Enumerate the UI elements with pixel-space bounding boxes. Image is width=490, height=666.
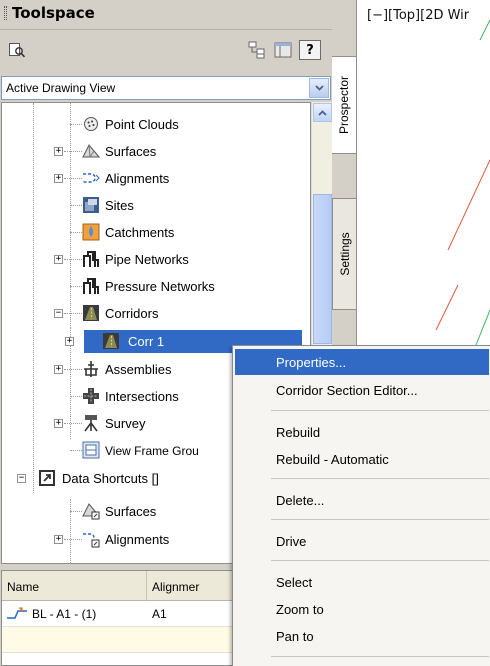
collapse-icon[interactable]: −: [54, 309, 63, 318]
tree-item-catchments[interactable]: Catchments: [2, 219, 310, 246]
menu-item-delete[interactable]: Delete...: [235, 487, 489, 513]
expand-icon[interactable]: +: [54, 255, 63, 264]
expand-icon[interactable]: +: [54, 419, 63, 428]
cell-name: BL - A1 - (1): [32, 607, 97, 621]
menu-item-zoom-to[interactable]: Zoom to: [235, 596, 489, 622]
toolspace-toolbar: ?: [0, 30, 332, 70]
toolspace-title: Toolspace: [12, 4, 95, 22]
baseline-icon: [6, 607, 28, 624]
view-frame-icon: [82, 441, 100, 459]
menu-item-corridor-section-editor[interactable]: Corridor Section Editor...: [235, 377, 489, 403]
tree-item-label: Surfaces: [105, 144, 157, 159]
tab-prospector[interactable]: Prospector: [332, 56, 357, 154]
point-cloud-icon: [82, 115, 100, 133]
search-icon[interactable]: [6, 40, 28, 60]
column-header-name[interactable]: Name: [2, 571, 147, 601]
tree-item-surfaces[interactable]: + Surfaces: [2, 138, 310, 165]
corridor-icon: [82, 304, 100, 322]
tree-item-label: Corridors: [105, 306, 159, 321]
menu-item-pan-to[interactable]: Pan to: [235, 623, 489, 649]
tree-item-label: Alignments: [105, 532, 170, 547]
tree-item-label: Data Shortcuts []: [62, 471, 159, 486]
expand-icon[interactable]: +: [54, 147, 63, 156]
menu-separator: [271, 656, 489, 657]
menu-separator: [271, 560, 489, 561]
tree-item-pressure-networks[interactable]: Pressure Networks: [2, 273, 310, 300]
corridor-icon: [102, 332, 120, 350]
tab-label: Settings: [337, 232, 352, 276]
chevron-down-icon[interactable]: [309, 78, 329, 98]
view-selector-value: Active Drawing View: [6, 81, 116, 95]
data-shortcuts-icon: [38, 469, 56, 487]
survey-icon: [82, 414, 100, 432]
tree-item-label: Corr 1: [128, 334, 165, 349]
menu-item-select[interactable]: Select: [235, 569, 489, 595]
menu-separator: [271, 519, 489, 520]
menu-item-rebuild-automatic[interactable]: Rebuild - Automatic: [235, 446, 489, 472]
assembly-icon: [82, 360, 100, 378]
tree-item-label: Assemblies: [105, 362, 172, 377]
tree-item-label: Intersections: [105, 389, 179, 404]
tree-item-point-clouds[interactable]: Point Clouds: [2, 111, 310, 138]
tree-item-corridors[interactable]: − Corridors: [2, 300, 310, 327]
tree-item-sites[interactable]: Sites: [2, 192, 310, 219]
menu-item-rebuild[interactable]: Rebuild: [235, 419, 489, 445]
tree-item-label: View Frame Grou: [105, 443, 199, 458]
expand-icon[interactable]: +: [65, 337, 74, 346]
expand-icon[interactable]: +: [54, 174, 63, 183]
tree-item-label: Catchments: [105, 225, 175, 240]
site-icon: [82, 196, 100, 214]
alignment-icon: [82, 169, 100, 187]
tab-settings[interactable]: Settings: [332, 198, 357, 310]
catchment-icon: [82, 223, 100, 241]
tree-item-alignments[interactable]: + Alignments: [2, 165, 310, 192]
pipe-network-icon: [82, 250, 100, 268]
tab-label: Prospector: [337, 75, 351, 135]
tree-item-label: Surfaces: [105, 504, 157, 519]
expand-icon[interactable]: +: [54, 365, 63, 374]
surface-icon: [82, 142, 100, 160]
tree-item-label: Point Clouds: [105, 117, 179, 132]
collapse-icon[interactable]: −: [17, 474, 26, 483]
menu-item-drive[interactable]: Drive: [235, 528, 489, 554]
scroll-up-icon[interactable]: [313, 103, 332, 122]
panel-toggle-icon[interactable]: [272, 40, 294, 60]
pressure-network-icon: [82, 277, 100, 295]
tree-item-label: Survey: [105, 416, 146, 431]
item-view-icon[interactable]: [246, 40, 268, 60]
scroll-thumb[interactable]: [313, 194, 332, 344]
menu-item-properties[interactable]: Properties...: [235, 349, 489, 375]
tree-item-label: Pressure Networks: [105, 279, 215, 294]
menu-separator: [271, 410, 489, 411]
grip-handle[interactable]: [4, 6, 7, 20]
tree-item-pipe-networks[interactable]: + Pipe Networks: [2, 246, 310, 273]
context-menu: Properties... Corridor Section Editor...…: [232, 345, 490, 666]
cell-alignment: A1: [152, 607, 167, 621]
intersection-icon: [82, 387, 100, 405]
alignment-shortcut-icon: [82, 530, 100, 548]
toolspace-titlebar[interactable]: Toolspace: [0, 0, 332, 30]
surface-shortcut-icon: [82, 502, 100, 520]
view-selector[interactable]: Active Drawing View: [1, 76, 331, 100]
tree-item-label: Sites: [105, 198, 134, 213]
help-button[interactable]: ?: [299, 40, 321, 60]
menu-separator: [271, 478, 489, 479]
expand-icon[interactable]: +: [54, 535, 63, 544]
tree-item-label: Pipe Networks: [105, 252, 189, 267]
tree-item-label: Alignments: [105, 171, 170, 186]
